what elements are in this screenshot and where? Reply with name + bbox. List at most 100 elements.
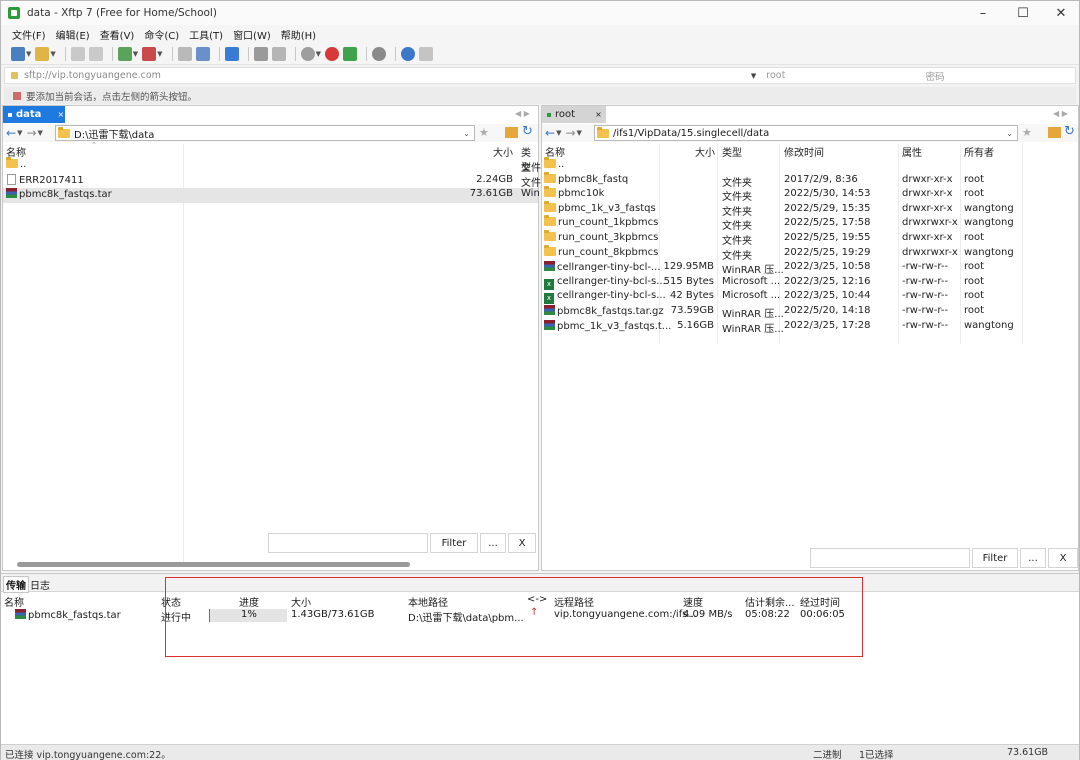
tab-transfer[interactable]: 传输 — [3, 576, 29, 593]
new-session-icon[interactable] — [11, 46, 25, 61]
star-icon[interactable]: ★ — [1022, 126, 1032, 139]
sync-icon[interactable] — [224, 46, 239, 61]
netsarang-icon[interactable] — [324, 46, 339, 61]
close-tab-icon[interactable]: × — [595, 110, 602, 119]
remote-path-input[interactable]: /ifs1/VipData/15.singlecell/data — [613, 128, 769, 139]
star-icon[interactable]: ★ — [479, 126, 489, 139]
column-header-owner[interactable]: 所有者 — [964, 144, 994, 159]
list-item[interactable]: pbmc8k_fastqs.tar.gz 73.59GB WinRAR 压... 20… — [542, 305, 1078, 320]
properties-icon[interactable] — [271, 46, 286, 61]
disconnect-icon[interactable] — [88, 46, 103, 61]
filter-options-button[interactable]: ... — [480, 533, 506, 553]
column-header-modified[interactable]: 修改时间 — [784, 144, 824, 159]
chevron-down-icon[interactable]: ▼ — [157, 50, 162, 58]
list-item[interactable]: ERR2017411 2.24GB 文件 — [3, 174, 541, 189]
chevron-down-icon[interactable]: ▼ — [38, 129, 43, 137]
open-folder-icon[interactable] — [1048, 127, 1061, 138]
xshell-icon[interactable] — [342, 46, 357, 61]
list-item-selected[interactable]: pbmc8k_fastqs.tar 73.61GB Win — [3, 188, 540, 203]
column-header-name[interactable]: 名称 — [4, 594, 24, 609]
list-item[interactable]: pbmc10k 文件夹 2022/5/30, 14:53 drwxr-xr-x root — [542, 186, 1078, 203]
bookmark-icon[interactable] — [13, 91, 21, 100]
menu-command[interactable]: 命令(C) — [139, 27, 184, 42]
chevron-down-icon[interactable]: ⌄ — [1006, 129, 1013, 138]
chevron-down-icon[interactable]: ▼ — [17, 129, 22, 137]
menu-window[interactable]: 窗口(W) — [228, 27, 276, 42]
remote-filter-input[interactable] — [810, 548, 970, 568]
forward-arrow-icon[interactable]: → — [565, 126, 575, 140]
filter-close-button[interactable]: X — [1048, 548, 1078, 568]
local-filter-input[interactable] — [268, 533, 428, 553]
list-item[interactable]: cellranger-tiny-bcl-... 129.95MB WinRAR 压.… — [542, 261, 1078, 276]
filter-button[interactable]: Filter — [430, 533, 478, 553]
forward-arrow-icon[interactable]: → — [26, 126, 36, 140]
tab-remote-root[interactable]: root × — [542, 106, 606, 123]
maximize-button[interactable]: ☐ — [1003, 1, 1043, 25]
column-header-type[interactable]: 类型 — [521, 144, 538, 174]
connect-icon[interactable] — [70, 46, 85, 61]
username-input[interactable]: root — [766, 70, 925, 81]
menu-file[interactable]: 文件(F) — [7, 27, 51, 42]
filter-button[interactable]: Filter — [972, 548, 1018, 568]
chevron-down-icon[interactable]: ▼ — [751, 72, 756, 80]
chevron-down-icon[interactable]: ⌄ — [463, 129, 470, 138]
copy-icon[interactable] — [177, 46, 192, 61]
list-item[interactable]: pbmc_1k_v3_fastqs.t... 5.16GB WinRAR 压... 2… — [542, 319, 1078, 335]
chat-icon[interactable] — [418, 46, 433, 61]
host-input[interactable]: sftp://vip.tongyuangene.com — [24, 70, 751, 81]
list-item[interactable]: run_count_8kpbmcs 文件夹 2022/5/25, 19:29 drwx… — [542, 244, 1078, 262]
list-item[interactable]: pbmc_1k_v3_fastqs 文件夹 2022/5/29, 15:35 drwx… — [542, 200, 1078, 218]
paste-icon[interactable] — [195, 46, 210, 61]
gear-icon[interactable] — [371, 46, 386, 61]
horizontal-scrollbar[interactable] — [17, 562, 410, 567]
print-icon[interactable] — [253, 46, 268, 61]
open-folder-icon[interactable] — [505, 127, 518, 138]
terminal-icon[interactable] — [142, 46, 157, 61]
filter-options-button[interactable]: ... — [1020, 548, 1046, 568]
transfer-mode[interactable]: 二进制 — [813, 747, 842, 760]
close-window-button[interactable]: ✕ — [1041, 1, 1080, 25]
list-item[interactable]: pbmc8k_fastq 文件夹 2017/2/9, 8:36 drwxr-xr-x r… — [542, 171, 1078, 189]
column-header-name[interactable]: 名称 — [545, 144, 565, 159]
chevron-down-icon[interactable]: ▼ — [133, 50, 138, 58]
minimize-button[interactable]: – — [963, 1, 1003, 25]
local-path-input[interactable]: D:\迅雷下载\data — [74, 126, 154, 141]
chevron-down-icon[interactable]: ▼ — [50, 50, 55, 58]
list-item[interactable]: x cellranger-tiny-bcl-s... 42 Bytes Microso… — [542, 290, 1078, 305]
close-tab-icon[interactable]: × — [57, 110, 64, 119]
chevron-down-icon[interactable]: ▼ — [577, 129, 582, 137]
local-path-box[interactable]: D:\迅雷下载\data ⌄ — [55, 125, 475, 141]
tab-log[interactable]: 日志 — [30, 577, 50, 592]
menu-tools[interactable]: 工具(T) — [184, 27, 228, 42]
list-item[interactable]: run_count_1kpbmcs 文件夹 2022/5/25, 17:58 drwx… — [542, 215, 1078, 232]
list-item[interactable]: x cellranger-tiny-bcl-s... 515 Bytes Micros… — [542, 276, 1078, 291]
column-header-attributes[interactable]: 属性 — [902, 144, 922, 159]
chevron-down-icon[interactable]: ▼ — [26, 50, 31, 58]
column-header-size[interactable]: 大小 — [493, 144, 513, 159]
password-input[interactable]: 密码 — [926, 69, 1075, 83]
chevron-down-icon[interactable]: ▼ — [316, 50, 321, 58]
filter-close-button[interactable]: X — [508, 533, 536, 553]
tab-scroll-arrows[interactable]: ◀ ▶ — [515, 109, 530, 118]
column-header-size[interactable]: 大小 — [695, 144, 715, 159]
new-folder-icon[interactable] — [117, 46, 132, 61]
menu-edit[interactable]: 编辑(E) — [51, 27, 95, 42]
help-icon[interactable] — [400, 46, 415, 61]
list-item[interactable]: .. 文件 — [3, 157, 541, 174]
open-folder-icon[interactable] — [35, 46, 50, 61]
refresh-icon[interactable]: ↻ — [522, 124, 533, 139]
chevron-down-icon[interactable]: ▼ — [556, 129, 561, 137]
list-item[interactable]: .. — [542, 157, 1078, 174]
refresh-icon[interactable]: ↻ — [1064, 124, 1075, 139]
tab-local-data[interactable]: data × — [3, 106, 65, 123]
menu-help[interactable]: 帮助(H) — [276, 27, 321, 42]
back-arrow-icon[interactable]: ← — [545, 126, 555, 140]
column-header-type[interactable]: 类型 — [722, 144, 742, 159]
list-item[interactable]: run_count_3kpbmcs 文件夹 2022/5/25, 19:55 drwx… — [542, 230, 1078, 247]
menu-view[interactable]: 查看(V) — [95, 27, 140, 42]
remote-path-box[interactable]: /ifs1/VipData/15.singlecell/data ⌄ — [594, 125, 1018, 141]
tab-scroll-arrows[interactable]: ◀ ▶ — [1053, 109, 1068, 118]
globe-icon[interactable] — [300, 46, 315, 61]
back-arrow-icon[interactable]: ← — [6, 126, 16, 140]
column-header-name[interactable]: 名称 — [6, 144, 26, 159]
